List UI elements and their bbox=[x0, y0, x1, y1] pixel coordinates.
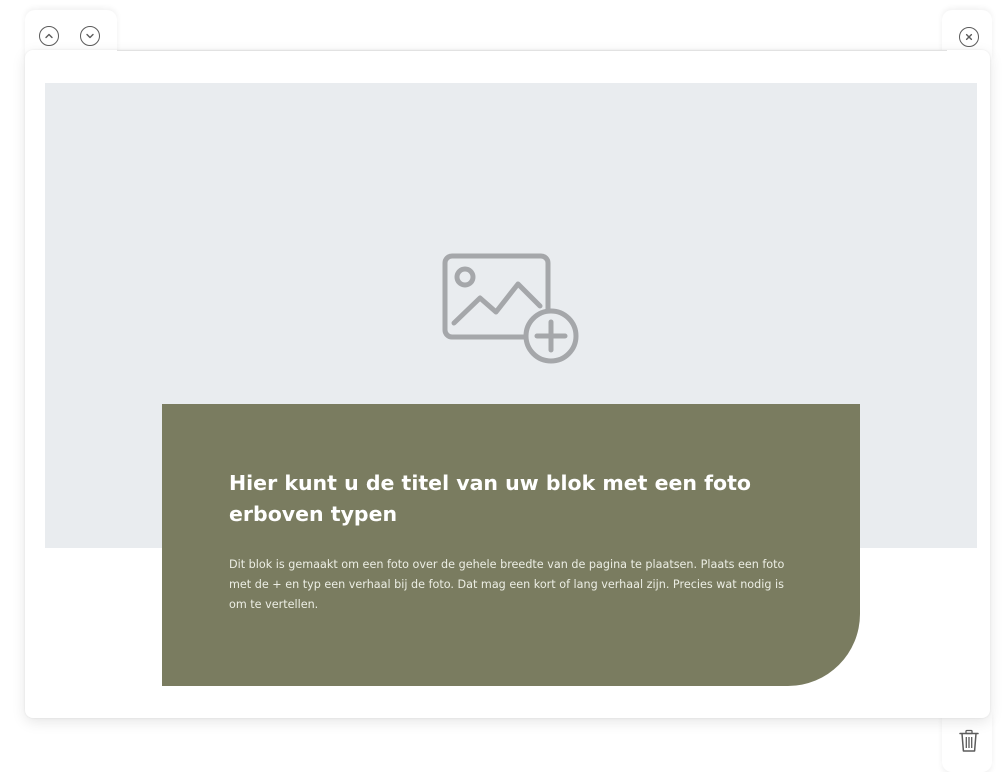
delete-button[interactable] bbox=[958, 729, 980, 757]
text-panel: Hier kunt u de titel van uw blok met een… bbox=[162, 404, 860, 686]
add-image-icon bbox=[442, 253, 579, 364]
chevron-up-icon bbox=[45, 33, 53, 39]
chevron-down-icon bbox=[86, 33, 94, 39]
block-title[interactable]: Hier kunt u de titel van uw blok met een… bbox=[229, 468, 819, 530]
move-down-button[interactable] bbox=[80, 26, 100, 46]
close-button[interactable] bbox=[959, 27, 979, 47]
close-icon bbox=[965, 33, 973, 41]
block-body-text[interactable]: Dit blok is gemaakt om een foto over de … bbox=[229, 555, 799, 615]
block-top-divider bbox=[117, 50, 947, 51]
add-photo-button[interactable] bbox=[440, 250, 585, 365]
trash-icon bbox=[959, 729, 979, 752]
move-up-button[interactable] bbox=[39, 26, 59, 46]
